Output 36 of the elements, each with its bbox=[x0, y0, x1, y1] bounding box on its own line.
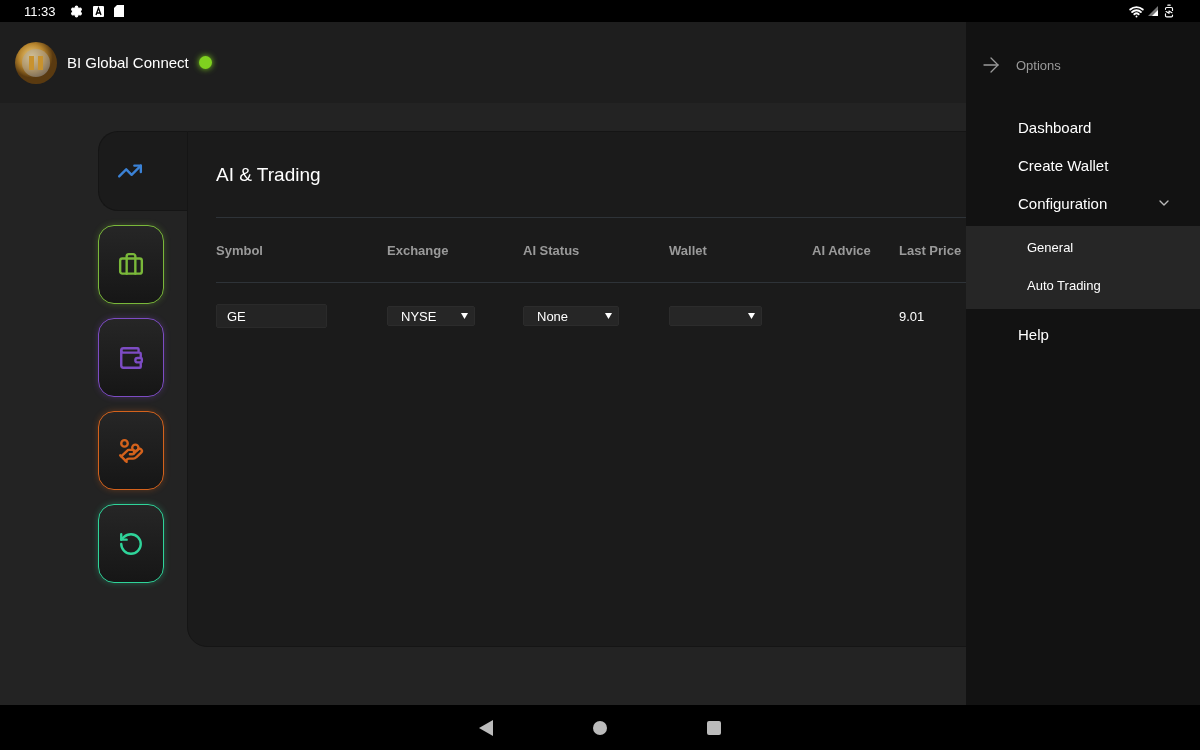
caret-icon bbox=[461, 313, 468, 319]
column-header: AI Status bbox=[523, 242, 580, 258]
signal-icon bbox=[1148, 6, 1158, 16]
submenu-item[interactable]: General bbox=[966, 228, 1200, 266]
column-header: Exchange bbox=[387, 242, 449, 258]
symbol-field[interactable]: GE bbox=[216, 304, 327, 328]
menu-item[interactable]: Dashboard bbox=[1018, 118, 1092, 136]
submenu-item[interactable]: Auto Trading bbox=[966, 266, 1200, 304]
column-header: Last Price bbox=[899, 242, 962, 258]
side-tab-button[interactable] bbox=[98, 225, 164, 304]
column-header: Wallet bbox=[669, 242, 707, 258]
panel-title: AI & Trading bbox=[216, 163, 321, 186]
clock: 11:33 bbox=[24, 3, 56, 19]
price-text: 9.01 bbox=[899, 308, 925, 324]
app-title: BI Global Connect bbox=[67, 54, 189, 71]
home-icon[interactable] bbox=[593, 720, 607, 735]
back-icon[interactable] bbox=[479, 719, 493, 736]
dropdown[interactable]: NYSE bbox=[387, 306, 475, 326]
drawer-title: Options bbox=[1016, 57, 1061, 73]
recents-icon[interactable] bbox=[707, 720, 721, 735]
settings-icon bbox=[69, 4, 83, 18]
side-tab-button[interactable] bbox=[98, 504, 164, 583]
column-header: AI Advice bbox=[812, 242, 871, 258]
menu-item[interactable]: Configuration bbox=[1018, 194, 1108, 212]
side-tab-button[interactable] bbox=[98, 411, 164, 490]
menu-item[interactable]: Help bbox=[1018, 325, 1049, 343]
keyboard-icon bbox=[92, 5, 104, 17]
column-header: Symbol bbox=[216, 242, 263, 258]
dropdown[interactable]: None bbox=[523, 306, 619, 326]
menu-item[interactable]: Create Wallet bbox=[1018, 156, 1109, 174]
caret-icon bbox=[605, 313, 612, 319]
wifi-icon bbox=[1129, 3, 1144, 19]
logo-coin-icon bbox=[15, 41, 57, 84]
caret-icon bbox=[748, 313, 755, 319]
sd-card-icon bbox=[113, 5, 124, 17]
battery-icon bbox=[1162, 4, 1176, 18]
